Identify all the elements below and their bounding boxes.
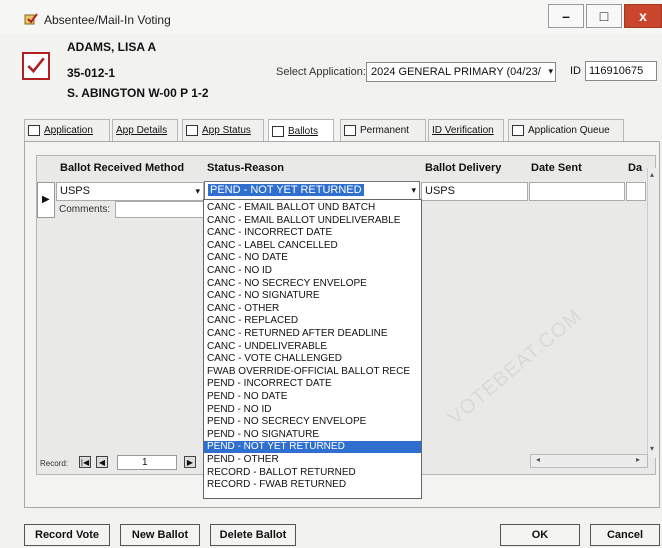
scroll-up-icon[interactable]: ▴ (650, 170, 654, 179)
new-ballot-button[interactable]: New Ballot (120, 524, 200, 546)
previous-record-icon[interactable]: ◀ (96, 456, 108, 468)
header-status-reason: Status-Reason (207, 162, 285, 174)
tab-app-status[interactable]: App Status (182, 119, 264, 141)
dropdown-option[interactable]: PEND - NO SIGNATURE (204, 429, 421, 441)
record-vote-button[interactable]: Record Vote (24, 524, 110, 546)
header-date-truncated: Da (628, 162, 643, 174)
status-reason-select[interactable]: PEND - NOT YET RETURNED ▾ (204, 181, 420, 200)
dropdown-option[interactable]: PEND - OTHER (204, 454, 421, 466)
dropdown-option[interactable]: CANC - INCORRECT DATE (204, 227, 421, 239)
tab-application-queue[interactable]: Application Queue (508, 119, 624, 141)
tab-app-details[interactable]: App Details (112, 119, 178, 141)
minimize-button[interactable]: – (548, 4, 584, 28)
dropdown-option[interactable]: CANC - EMAIL BALLOT UND BATCH (204, 202, 421, 214)
dropdown-option[interactable]: RECORD - FWAB RETURNED (204, 479, 421, 491)
header-ballot-delivery: Ballot Delivery (425, 162, 502, 174)
dropdown-option[interactable]: CANC - EMAIL BALLOT UNDELIVERABLE (204, 215, 421, 227)
horizontal-scrollbar[interactable] (530, 454, 648, 468)
ballot-delivery-cell[interactable]: USPS (421, 182, 528, 201)
dropdown-option[interactable]: CANC - RETURNED AFTER DEADLINE (204, 328, 421, 340)
delete-ballot-button[interactable]: Delete Ballot (210, 524, 296, 546)
ballot-received-method-select[interactable]: USPS ▾ (56, 182, 204, 201)
select-application-value: 2024 GENERAL PRIMARY (04/23/ (371, 66, 541, 78)
scroll-left-icon[interactable]: ◂ (536, 455, 540, 464)
window-title: Absentee/Mail-In Voting (44, 13, 171, 27)
header-date-sent: Date Sent (531, 162, 582, 174)
current-row-arrow-icon: ▶ (42, 194, 50, 205)
status-reason-dropdown-list[interactable]: CANC - EMAIL BALLOT UND BATCH CANC - EMAI… (203, 199, 422, 499)
record-number-field[interactable]: 1 (117, 455, 177, 470)
dropdown-option[interactable]: CANC - NO ID (204, 265, 421, 277)
dropdown-option[interactable]: CANC - UNDELIVERABLE (204, 341, 421, 353)
dropdown-option[interactable]: CANC - VOTE CHALLENGED (204, 353, 421, 365)
chevron-down-icon: ▾ (411, 185, 416, 195)
header-ballot-received-method: Ballot Received Method (60, 162, 185, 174)
dropdown-option[interactable]: PEND - INCORRECT DATE (204, 378, 421, 390)
chevron-down-icon: ▾ (195, 186, 200, 196)
scroll-down-icon[interactable]: ▾ (650, 444, 654, 453)
next-record-icon[interactable]: ▶ (184, 456, 196, 468)
dropdown-option[interactable]: CANC - REPLACED (204, 315, 421, 327)
tab-ballots[interactable]: Ballots (268, 119, 334, 142)
dropdown-option[interactable]: CANC - NO SIGNATURE (204, 290, 421, 302)
dropdown-option[interactable]: CANC - OTHER (204, 303, 421, 315)
document-icon (28, 125, 40, 136)
title-bar: Absentee/Mail-In Voting – □ x (0, 0, 662, 34)
queue-icon (512, 125, 524, 136)
record-label: Record: (40, 459, 69, 468)
app-icon (24, 13, 38, 25)
permanent-icon (344, 125, 356, 136)
select-application-dropdown[interactable]: 2024 GENERAL PRIMARY (04/23/ ▾ (366, 62, 556, 82)
dropdown-option[interactable]: CANC - NO SECRECY ENVELOPE (204, 278, 421, 290)
tab-id-verification[interactable]: ID Verification (428, 119, 504, 141)
scroll-right-icon[interactable]: ▸ (636, 455, 640, 464)
comments-field[interactable] (115, 201, 205, 218)
ballot-check-icon (22, 52, 50, 80)
dropdown-option[interactable]: RECORD - BALLOT RETURNED (204, 467, 421, 479)
comments-label: Comments: (59, 204, 111, 215)
id-label: ID (570, 65, 581, 77)
select-application-label: Select Application: (276, 66, 366, 78)
dropdown-option[interactable]: PEND - NOT YET RETURNED (204, 441, 421, 454)
dropdown-option[interactable]: PEND - NO DATE (204, 391, 421, 403)
status-icon (186, 125, 198, 136)
ok-button[interactable]: OK (500, 524, 580, 546)
absentee-voting-window: Absentee/Mail-In Voting – □ x ADAMS, LIS… (0, 0, 662, 548)
date-sent-cell[interactable] (529, 182, 625, 201)
dropdown-option[interactable]: CANC - LABEL CANCELLED (204, 240, 421, 252)
vertical-scrollbar[interactable] (647, 168, 659, 458)
application-id-field[interactable]: 116910675 (585, 61, 657, 81)
chevron-down-icon: ▾ (548, 66, 553, 76)
voter-id: 35-012-1 (67, 66, 116, 80)
cancel-button[interactable]: Cancel (590, 524, 660, 546)
dropdown-option[interactable]: PEND - NO SECRECY ENVELOPE (204, 416, 421, 428)
dropdown-option[interactable]: CANC - NO DATE (204, 252, 421, 264)
dropdown-option[interactable]: PEND - NO ID (204, 404, 421, 416)
first-record-icon[interactable]: |◀ (79, 456, 91, 468)
voter-name: ADAMS, LISA A (67, 40, 157, 54)
date-cell-truncated[interactable] (626, 182, 646, 201)
tab-permanent[interactable]: Permanent (340, 119, 426, 141)
maximize-button[interactable]: □ (586, 4, 622, 28)
dropdown-option[interactable]: FWAB OVERRIDE-OFFICIAL BALLOT RECE (204, 366, 421, 378)
tab-application[interactable]: Application (24, 119, 110, 141)
ballot-icon (272, 125, 284, 137)
close-button[interactable]: x (624, 4, 662, 28)
voter-precinct: S. ABINGTON W-00 P 1-2 (67, 86, 209, 100)
